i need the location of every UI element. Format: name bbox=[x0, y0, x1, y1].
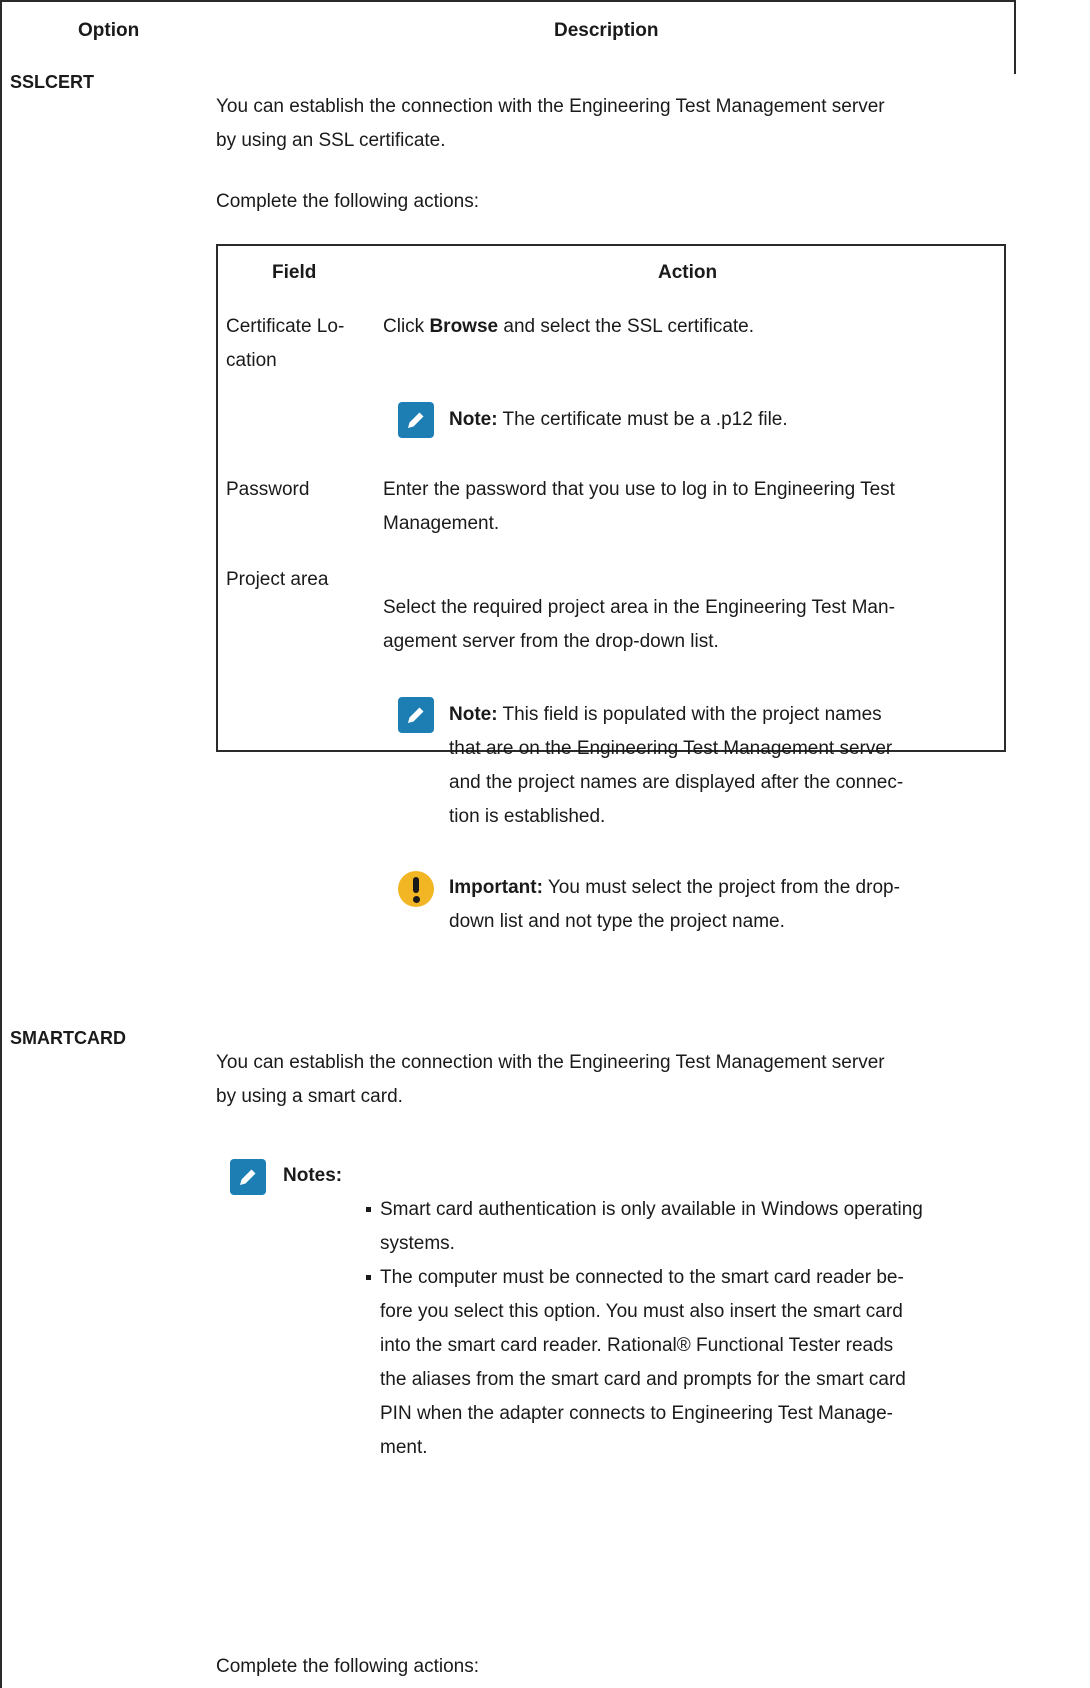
action-certificate-location: Click Browse and select the SSL certific… bbox=[383, 316, 755, 337]
option-sslcert: SSLCERT bbox=[10, 72, 95, 92]
smartcard-complete-actions: Complete the following actions: bbox=[216, 1656, 479, 1677]
note-certificate-p12: Note: The certificate must be a .p12 fil… bbox=[449, 409, 788, 430]
inner-header-field: Field bbox=[272, 262, 317, 283]
note-project-names-line2: that are on the Engineering Test Managem… bbox=[449, 738, 893, 759]
smartcard-intro-line1: You can establish the connection with th… bbox=[216, 1052, 885, 1073]
pencil-note-icon bbox=[398, 697, 434, 733]
action-project-area-line1: Select the required project area in the … bbox=[383, 597, 895, 618]
list-item: Smart card authentication is only availa… bbox=[366, 1193, 1006, 1261]
important-select-project-line2: down list and not type the project name. bbox=[449, 911, 785, 932]
important-select-project-line1: Important: You must select the project f… bbox=[449, 877, 900, 898]
document-page: Option Description SSLCERT You can estab… bbox=[0, 0, 1090, 1688]
notes-label: Notes: bbox=[283, 1165, 343, 1186]
note-project-names-line1: Note: This field is populated with the p… bbox=[449, 704, 882, 725]
table-top-border bbox=[0, 0, 1016, 2]
action-project-area-line2: agement server from the drop-down list. bbox=[383, 631, 719, 652]
exclamation-important-icon bbox=[398, 871, 434, 907]
smartcard-intro-line2: by using a smart card. bbox=[216, 1086, 403, 1107]
inner-header-action: Action bbox=[658, 262, 718, 283]
sslcert-intro-line2: by using an SSL certificate. bbox=[216, 130, 446, 151]
note-project-names-line4: tion is established. bbox=[449, 806, 606, 827]
smartcard-notes-list: Smart card authentication is only availa… bbox=[366, 1193, 1006, 1465]
option-smartcard: SMARTCARD bbox=[10, 1028, 126, 1048]
list-item: The computer must be connected to the sm… bbox=[366, 1261, 1006, 1465]
field-certificate-location-line2: cation bbox=[226, 350, 277, 371]
action-password-line1: Enter the password that you use to log i… bbox=[383, 479, 895, 500]
header-description: Description bbox=[554, 20, 659, 41]
note-project-names-line3: and the project names are displayed afte… bbox=[449, 772, 904, 793]
field-project-area: Project area bbox=[226, 569, 329, 590]
header-option: Option bbox=[78, 20, 140, 41]
field-password: Password bbox=[226, 479, 310, 500]
table-left-border bbox=[0, 0, 2, 1688]
field-certificate-location-line1: Certificate Lo- bbox=[226, 316, 345, 337]
pencil-note-icon bbox=[398, 402, 434, 438]
table-right-border bbox=[1014, 0, 1016, 74]
sslcert-complete-actions: Complete the following actions: bbox=[216, 191, 479, 212]
sslcert-intro-line1: You can establish the connection with th… bbox=[216, 96, 885, 117]
pencil-note-icon bbox=[230, 1159, 266, 1195]
action-password-line2: Management. bbox=[383, 513, 500, 534]
